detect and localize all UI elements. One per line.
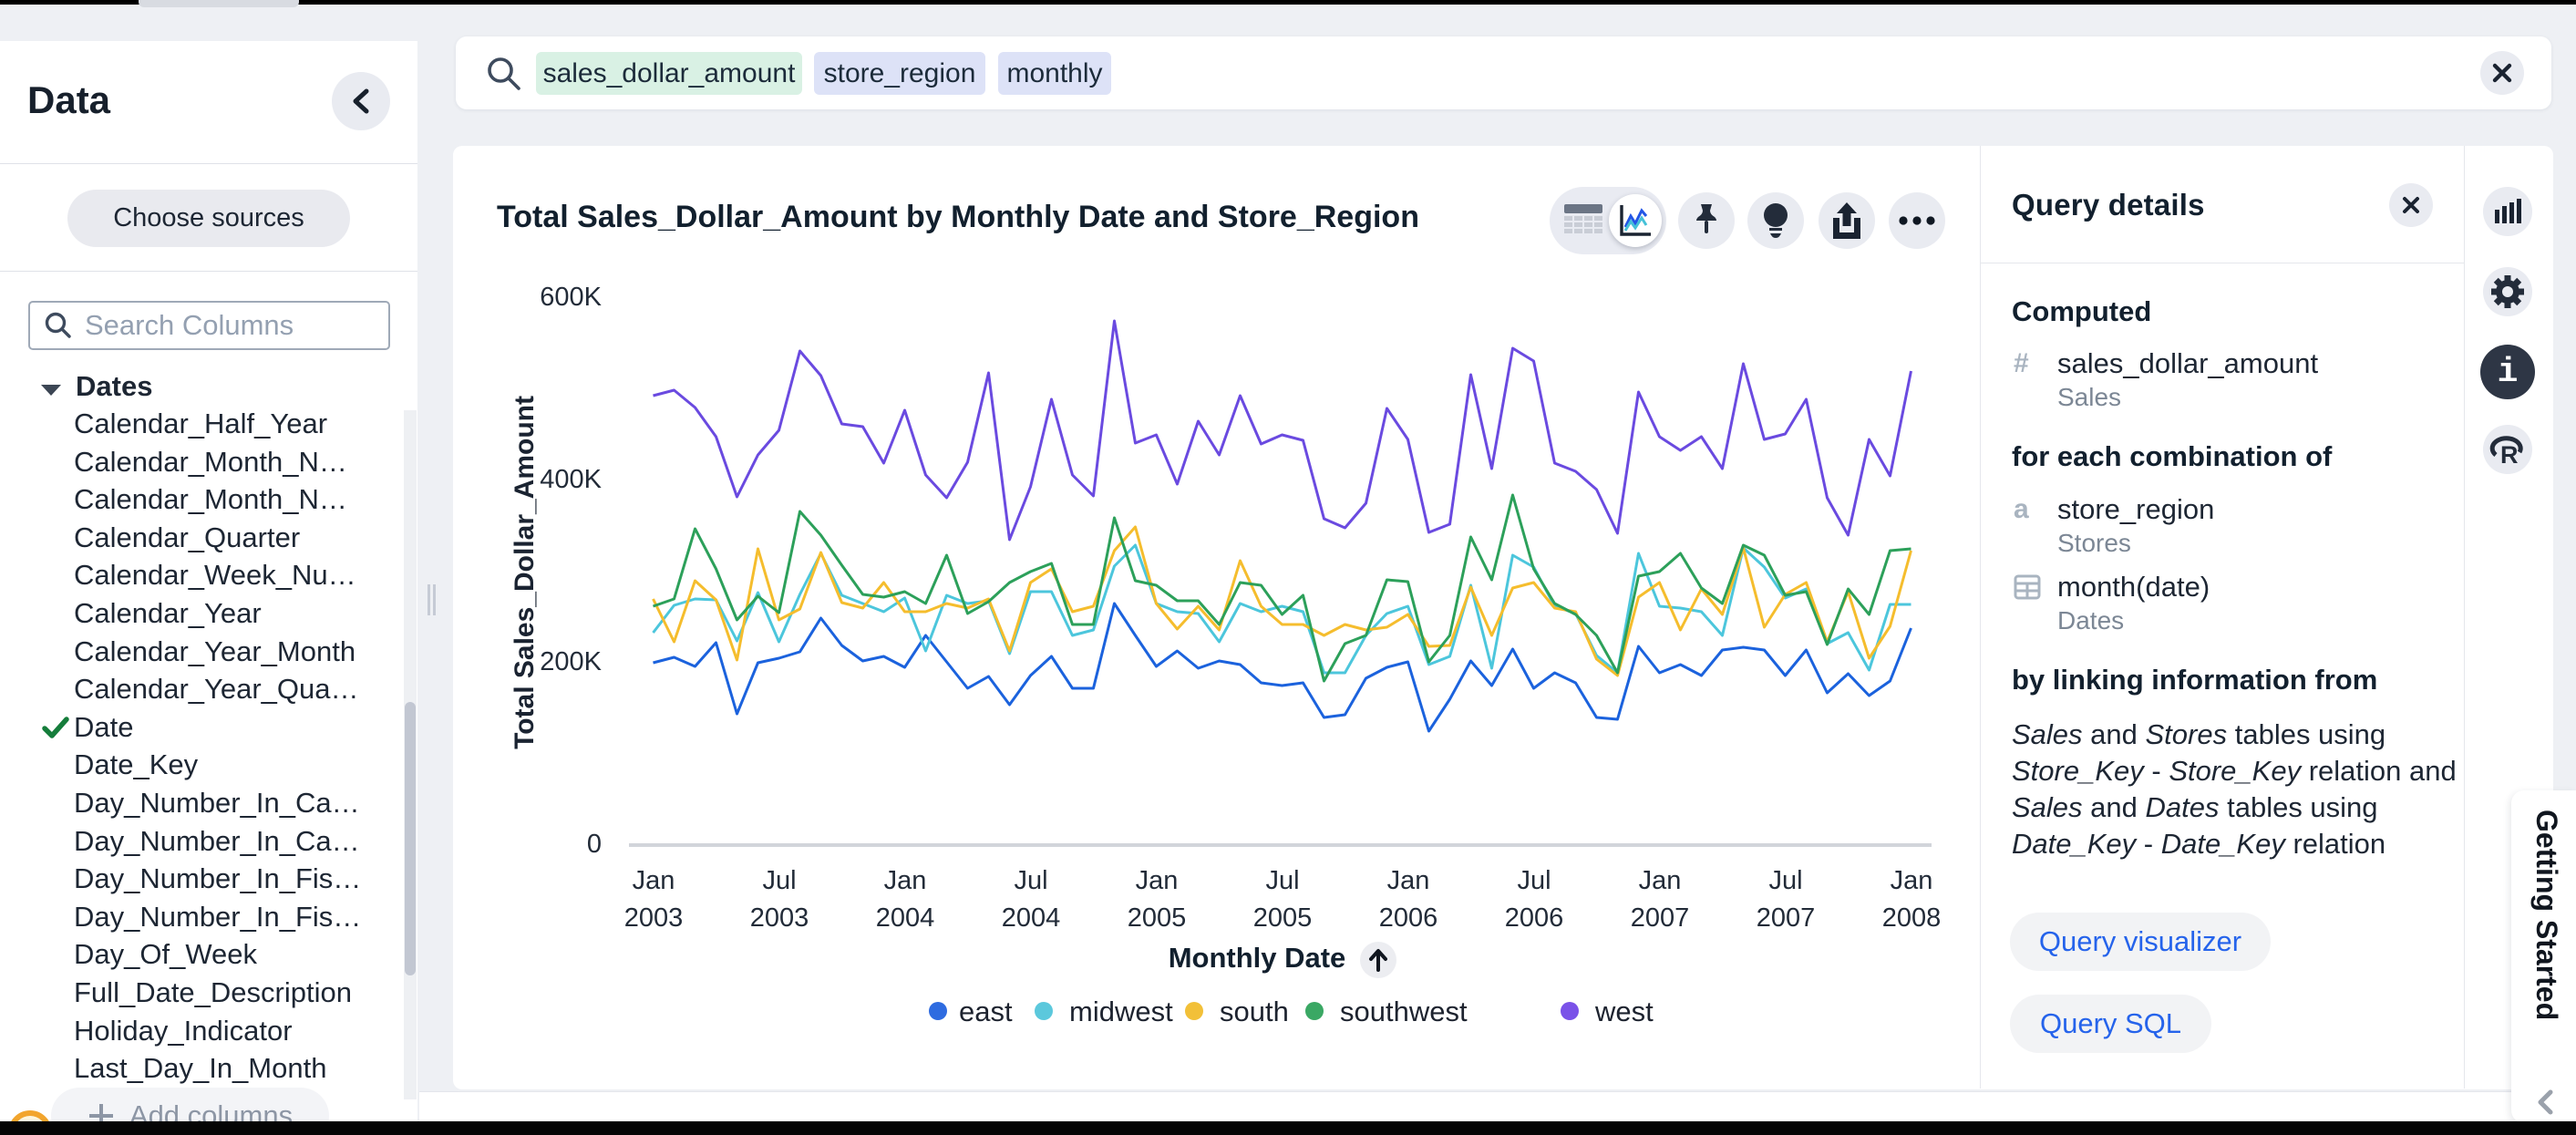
svg-text:R: R: [2500, 441, 2519, 466]
